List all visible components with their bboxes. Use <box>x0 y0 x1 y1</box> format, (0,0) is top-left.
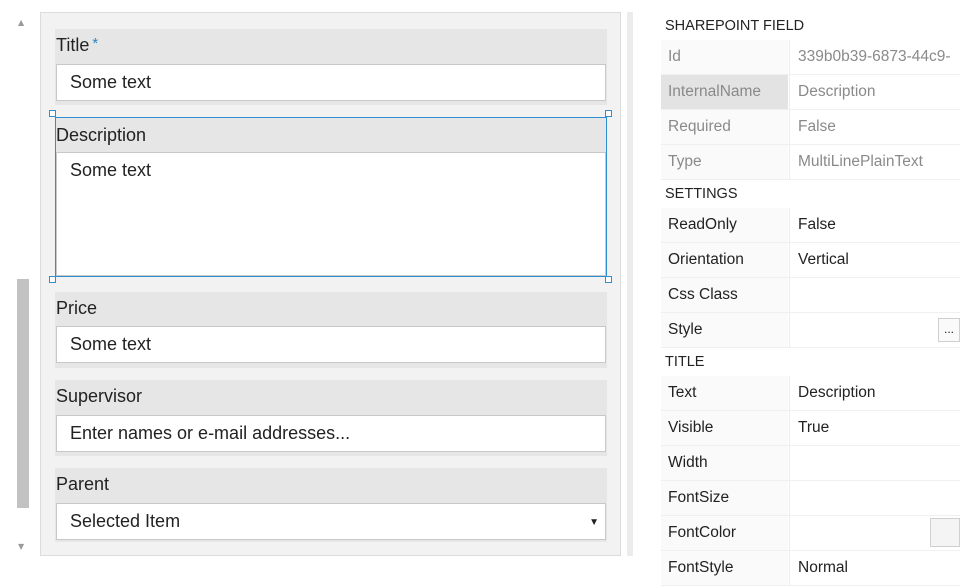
prop-value[interactable] <box>789 481 960 515</box>
form-scrollbar[interactable]: ▲ ▼ <box>14 12 32 552</box>
prop-key: Orientation <box>661 243 788 277</box>
prop-value[interactable]: 339b0b39-6873-44c9- <box>789 40 960 74</box>
scroll-up-icon[interactable]: ▲ <box>18 18 24 27</box>
prop-value[interactable]: False <box>789 208 960 242</box>
price-field[interactable]: Price Some text <box>55 292 607 368</box>
prop-row-type[interactable]: Type MultiLinePlainText <box>661 145 960 180</box>
prop-row-fontstyle[interactable]: FontStyle Normal <box>661 551 960 586</box>
prop-value[interactable]: Normal <box>789 551 960 585</box>
prop-key: Type <box>661 145 788 179</box>
prop-value[interactable] <box>789 446 960 480</box>
prop-key: FontStyle <box>661 551 788 585</box>
prop-key: Width <box>661 446 788 480</box>
description-field[interactable]: Description Some text <box>55 117 607 277</box>
color-picker-button[interactable] <box>930 518 960 547</box>
prop-key: Id <box>661 40 788 74</box>
title-label: Title * <box>56 35 99 55</box>
panel-splitter[interactable] <box>627 12 633 556</box>
supervisor-label: Supervisor <box>56 386 143 406</box>
prop-value[interactable]: True <box>789 411 960 445</box>
prop-key: Text <box>661 376 788 410</box>
parent-label: Parent <box>56 474 110 494</box>
form-designer-panel: Title * Some text Description Some text P… <box>40 12 621 556</box>
prop-row-fontsize[interactable]: FontSize <box>661 481 960 516</box>
resize-handle-top-left[interactable] <box>49 110 56 117</box>
prop-key: Style <box>661 313 788 347</box>
prop-value[interactable]: ... <box>789 313 960 347</box>
prop-key: InternalName <box>661 75 788 109</box>
prop-row-css-class[interactable]: Css Class <box>661 278 960 313</box>
prop-key: FontColor <box>661 516 788 550</box>
parent-dropdown[interactable]: Selected Item ▼ <box>56 503 606 540</box>
scroll-down-icon[interactable]: ▼ <box>18 542 24 551</box>
description-textarea[interactable]: Some text <box>56 152 606 276</box>
resize-handle-bottom-right[interactable] <box>605 276 612 283</box>
prop-row-fontcolor[interactable]: FontColor <box>661 516 960 551</box>
price-label: Price <box>56 298 98 318</box>
supervisor-people-picker[interactable]: Enter names or e-mail addresses... <box>56 415 606 452</box>
prop-value[interactable] <box>789 278 960 312</box>
section-sharepoint-field: SHAREPOINT FIELD <box>661 12 960 40</box>
prop-key: Css Class <box>661 278 788 312</box>
title-input[interactable]: Some text <box>56 64 606 101</box>
resize-handle-top-right[interactable] <box>605 110 612 117</box>
supervisor-field[interactable]: Supervisor Enter names or e-mail address… <box>55 380 607 456</box>
prop-key: ReadOnly <box>661 208 788 242</box>
prop-row-required[interactable]: Required False <box>661 110 960 145</box>
property-grid: SHAREPOINT FIELD Id 339b0b39-6873-44c9- … <box>661 12 960 586</box>
description-label: Description <box>56 125 147 145</box>
prop-value[interactable] <box>789 516 960 550</box>
prop-value[interactable]: Description <box>789 75 960 109</box>
chevron-down-icon[interactable]: ▼ <box>589 517 599 528</box>
prop-row-id[interactable]: Id 339b0b39-6873-44c9- <box>661 40 960 75</box>
prop-key: Visible <box>661 411 788 445</box>
title-field[interactable]: Title * Some text <box>55 29 607 105</box>
prop-row-internalname[interactable]: InternalName Description <box>661 75 960 110</box>
parent-dropdown-value: Selected Item <box>70 511 181 531</box>
prop-row-style[interactable]: Style ... <box>661 313 960 348</box>
prop-value[interactable]: Description <box>789 376 960 410</box>
prop-row-readonly[interactable]: ReadOnly False <box>661 208 960 243</box>
prop-key: Required <box>661 110 788 144</box>
prop-row-orientation[interactable]: Orientation Vertical <box>661 243 960 278</box>
prop-row-visible[interactable]: Visible True <box>661 411 960 446</box>
resize-handle-bottom-left[interactable] <box>49 276 56 283</box>
price-input[interactable]: Some text <box>56 326 606 363</box>
prop-key: FontSize <box>661 481 788 515</box>
parent-field[interactable]: Parent Selected Item ▼ <box>55 468 607 542</box>
prop-row-width[interactable]: Width <box>661 446 960 481</box>
required-marker: * <box>92 35 99 52</box>
style-editor-button[interactable]: ... <box>938 318 960 342</box>
section-title: TITLE <box>661 348 960 376</box>
prop-row-text[interactable]: Text Description <box>661 376 960 411</box>
section-settings: SETTINGS <box>661 180 960 208</box>
prop-value[interactable]: False <box>789 110 960 144</box>
scrollbar-thumb[interactable] <box>17 279 29 508</box>
prop-value[interactable]: MultiLinePlainText <box>789 145 960 179</box>
prop-value[interactable]: Vertical <box>789 243 960 277</box>
